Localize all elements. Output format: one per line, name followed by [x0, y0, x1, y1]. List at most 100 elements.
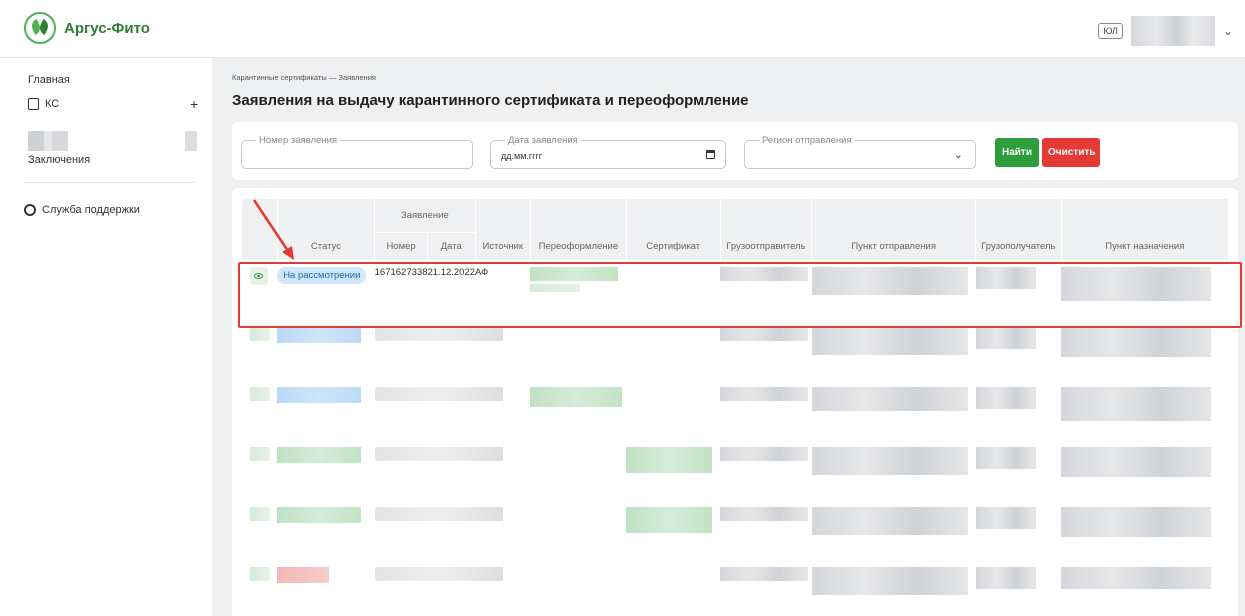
redacted-value — [975, 566, 1036, 589]
table-row[interactable] — [242, 501, 1229, 561]
breadcrumb[interactable]: Карантинные сертификаты — Заявления — [232, 73, 376, 82]
consignee-cell — [975, 561, 1062, 616]
shipper-cell — [720, 561, 812, 616]
table-row[interactable] — [242, 561, 1229, 616]
consignee-cell — [975, 441, 1062, 501]
find-button[interactable]: Найти — [995, 138, 1039, 167]
certificate-cell — [626, 321, 720, 381]
calendar-icon[interactable] — [706, 150, 715, 159]
row-actions — [242, 441, 278, 501]
column-header-certificate[interactable]: Сертификат — [625, 198, 721, 261]
plus-icon[interactable]: + — [190, 96, 198, 112]
sidebar-item-conclusions[interactable]: Заключения — [28, 154, 90, 166]
redacted-value — [277, 326, 362, 343]
column-group-application: Заявление — [374, 198, 476, 233]
status-cell — [277, 441, 374, 501]
page-title: Заявления на выдачу карантинного сертифи… — [232, 92, 749, 109]
redacted-value[interactable] — [249, 386, 270, 401]
redacted-value — [720, 326, 808, 341]
column-header-source[interactable]: Источник — [474, 198, 531, 261]
redacted-value[interactable] — [249, 326, 270, 341]
redacted-value — [374, 446, 503, 461]
departure-cell — [811, 381, 976, 441]
redacted-value — [530, 386, 623, 407]
sidebar-item-ks[interactable]: КС — [28, 98, 59, 110]
departure-region-select[interactable]: Регион отправления ⌄ — [744, 135, 976, 169]
redacted-value — [811, 506, 968, 535]
redacted-value — [975, 506, 1036, 529]
sidebar-item-label: КС — [45, 98, 60, 110]
redacted-value[interactable] — [249, 506, 270, 521]
redacted-value — [720, 446, 808, 461]
clear-button[interactable]: Очистить — [1042, 138, 1100, 167]
annotation-arrow-icon — [252, 199, 294, 260]
application-date-field[interactable]: Дата заявления дд.мм.гггг — [490, 135, 726, 169]
shipper-cell — [720, 501, 812, 561]
row-actions — [242, 321, 278, 381]
column-header-reissue[interactable]: Переоформление — [529, 198, 627, 261]
redacted-value — [277, 446, 362, 463]
certificate-cell — [626, 501, 720, 561]
user-menu[interactable]: ЮЛ ⌄ — [1098, 16, 1233, 46]
consignee-cell — [975, 321, 1062, 381]
consignee-cell — [975, 501, 1062, 561]
column-header-destination[interactable]: Пункт назначения — [1060, 198, 1230, 261]
redacted-value[interactable] — [249, 446, 270, 461]
redacted-cell — [374, 501, 531, 561]
user-type-badge: ЮЛ — [1098, 23, 1123, 39]
redacted-cell — [374, 441, 531, 501]
status-cell — [277, 501, 374, 561]
redacted-value — [626, 506, 713, 533]
redacted-value — [1061, 386, 1212, 421]
column-header-date[interactable]: Дата — [426, 232, 476, 261]
redacted-value — [975, 386, 1036, 409]
sidebar-item-label: Служба поддержки — [42, 204, 140, 216]
field-label: Дата заявления — [505, 135, 581, 146]
redacted-value — [811, 446, 968, 475]
redacted-value — [374, 386, 503, 401]
row-actions — [242, 561, 278, 616]
reissue-cell — [530, 381, 626, 441]
highlight-frame — [238, 262, 1242, 328]
field-value: дд.мм.гггг — [501, 151, 543, 161]
redacted-value — [720, 386, 808, 401]
application-number-field[interactable]: Номер заявления — [241, 135, 473, 169]
column-header-departure[interactable]: Пункт отправления — [811, 198, 977, 261]
sidebar-item-label: Главная — [28, 74, 70, 86]
departure-cell — [811, 501, 976, 561]
departure-cell — [811, 561, 976, 616]
column-header-number[interactable]: Номер — [374, 232, 428, 261]
sidebar-item-redacted[interactable] — [28, 131, 68, 151]
app-name: Аргус-Фито — [64, 19, 150, 37]
redacted-value — [374, 566, 503, 581]
redacted-value — [1061, 506, 1212, 537]
sidebar-item-home[interactable]: Главная — [28, 74, 70, 86]
table-row[interactable] — [242, 381, 1229, 441]
redacted-cell — [374, 321, 531, 381]
redacted-value — [720, 566, 808, 581]
redacted-value — [626, 446, 713, 473]
destination-cell — [1061, 561, 1228, 616]
column-header-consignee[interactable]: Грузополучатель — [975, 198, 1062, 261]
reissue-cell — [530, 501, 626, 561]
field-label: Регион отправления — [759, 135, 855, 146]
app-logo[interactable]: Аргус-Фито — [24, 12, 150, 44]
reissue-cell — [530, 441, 626, 501]
redacted-value — [277, 506, 362, 523]
logo-icon — [24, 12, 56, 44]
redacted-value — [811, 326, 968, 355]
destination-cell — [1061, 501, 1228, 561]
certificate-cell — [626, 561, 720, 616]
row-actions — [242, 501, 278, 561]
table-row[interactable] — [242, 321, 1229, 381]
shipper-cell — [720, 381, 812, 441]
redacted-value — [975, 446, 1036, 469]
redacted-value[interactable] — [249, 566, 270, 581]
chevron-down-icon[interactable]: ⌄ — [1223, 24, 1233, 38]
table-row[interactable] — [242, 441, 1229, 501]
top-header: Аргус-Фито ЮЛ ⌄ — [0, 0, 1245, 58]
sidebar-item-support[interactable]: Служба поддержки — [24, 204, 140, 216]
sidebar-item-redacted-action[interactable] — [185, 131, 197, 151]
field-label: Номер заявления — [256, 135, 341, 146]
column-header-shipper[interactable]: Грузоотправитель — [719, 198, 813, 261]
